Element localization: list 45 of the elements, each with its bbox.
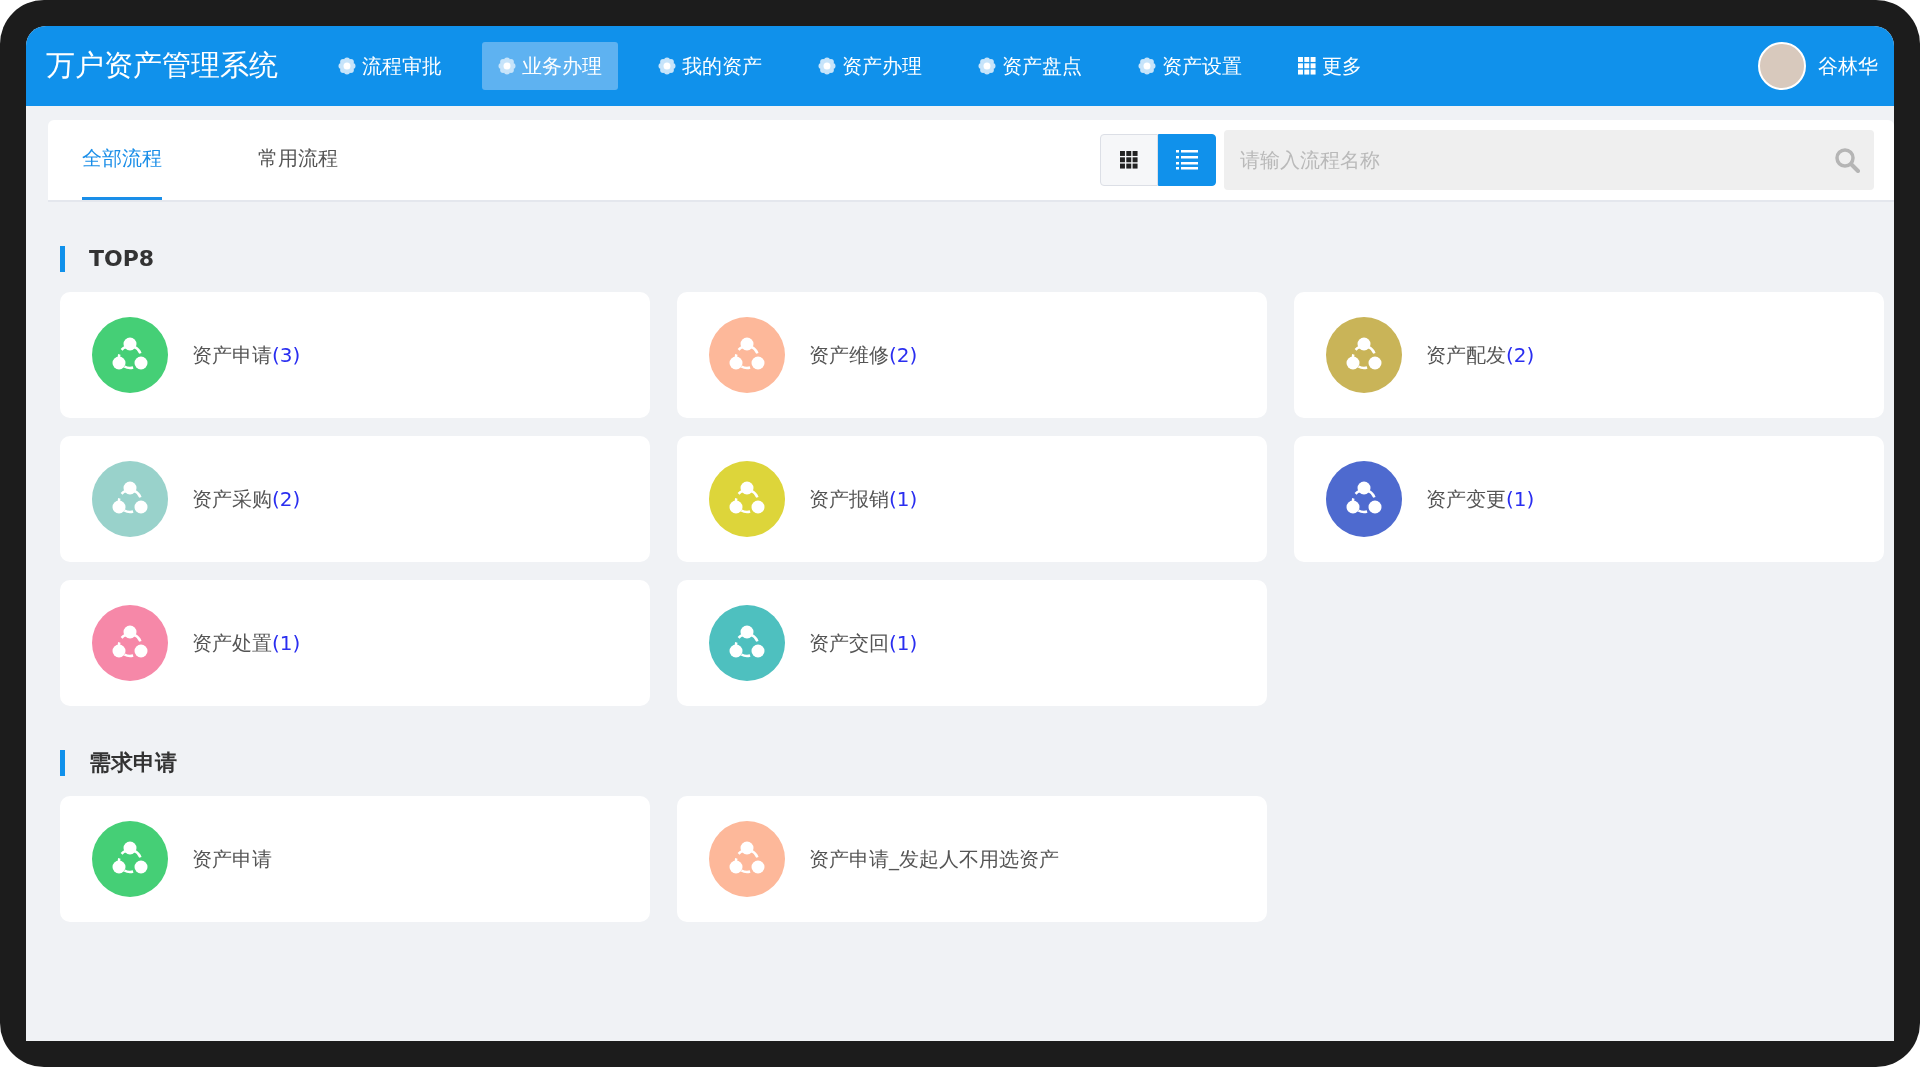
- tab[interactable]: 常用流程: [258, 120, 338, 200]
- process-card[interactable]: 资产申请(3): [60, 292, 650, 418]
- process-count: (1): [889, 486, 918, 511]
- process-count: (2): [272, 486, 301, 511]
- process-name: 资产交回: [809, 630, 889, 655]
- search-icon[interactable]: [1834, 147, 1860, 173]
- process-card[interactable]: 资产维修(2): [677, 292, 1267, 418]
- process-card[interactable]: 资产变更(1): [1294, 436, 1884, 562]
- process-name: 资产报销: [809, 486, 889, 511]
- flower-icon: [1138, 57, 1156, 75]
- flower-icon: [978, 57, 996, 75]
- process-name: 资产申请: [192, 846, 272, 871]
- process-card[interactable]: 资产处置(1): [60, 580, 650, 706]
- tab[interactable]: 全部流程: [82, 120, 162, 200]
- process-name: 资产申请_发起人不用选资产: [809, 846, 1059, 871]
- process-count: (2): [1506, 342, 1535, 367]
- process-card[interactable]: 资产申请_发起人不用选资产: [677, 796, 1267, 922]
- process-card[interactable]: 资产采购(2): [60, 436, 650, 562]
- process-count: (2): [889, 342, 918, 367]
- process-name: 资产采购: [192, 486, 272, 511]
- process-card[interactable]: 资产交回(1): [677, 580, 1267, 706]
- grid-icon: [1298, 57, 1316, 75]
- process-card[interactable]: 资产申请: [60, 796, 650, 922]
- user-avatar[interactable]: [1758, 42, 1806, 90]
- app-title: 万户资产管理系统: [46, 47, 278, 84]
- process-count: (1): [1506, 486, 1535, 511]
- list-icon: [1176, 150, 1198, 170]
- process-count: (1): [272, 630, 301, 655]
- process-count: (3): [272, 342, 301, 367]
- section-title: TOP8: [60, 246, 1894, 272]
- process-card[interactable]: 资产报销(1): [677, 436, 1267, 562]
- flower-icon: [818, 57, 836, 75]
- process-name: 资产申请: [192, 342, 272, 367]
- process-card[interactable]: 资产配发(2): [1294, 292, 1884, 418]
- section-title: 需求申请: [60, 750, 1894, 776]
- process-count: (1): [889, 630, 918, 655]
- flower-icon: [338, 57, 356, 75]
- grid-view-button[interactable]: [1100, 134, 1158, 186]
- grid-icon: [1120, 151, 1138, 169]
- process-name: 资产配发: [1426, 342, 1506, 367]
- process-name: 资产处置: [192, 630, 272, 655]
- flower-icon: [498, 57, 516, 75]
- process-name: 资产变更: [1426, 486, 1506, 511]
- flower-icon: [658, 57, 676, 75]
- process-name: 资产维修: [809, 342, 889, 367]
